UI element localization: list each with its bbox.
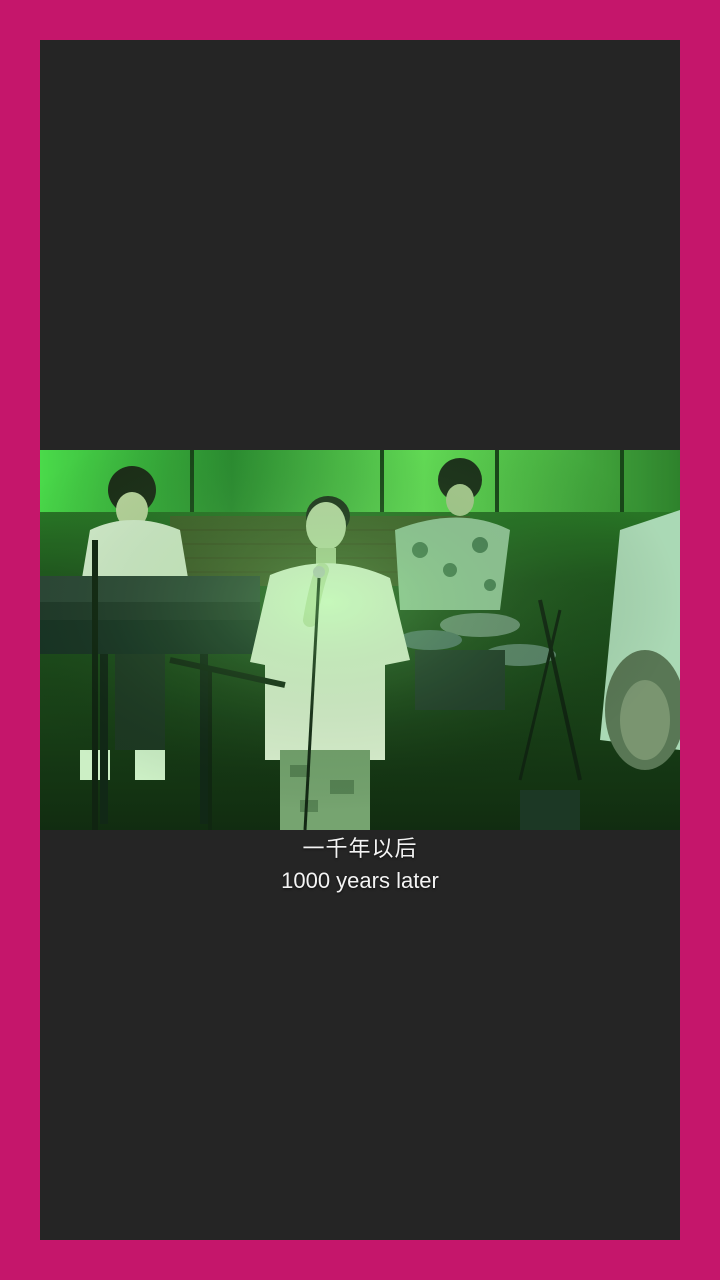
subtitle-chinese: 一千年以后 (302, 837, 418, 862)
video-player-screen: 一千年以后 1000 years later (40, 40, 680, 1240)
subtitle-overlay: 一千年以后 1000 years later (40, 834, 680, 896)
magenta-border-frame: 一千年以后 1000 years later (0, 0, 720, 1280)
subtitle-english: 1000 years later (281, 868, 439, 893)
concert-video-frame[interactable] (40, 450, 680, 830)
stage-performance-illustration (40, 450, 680, 830)
